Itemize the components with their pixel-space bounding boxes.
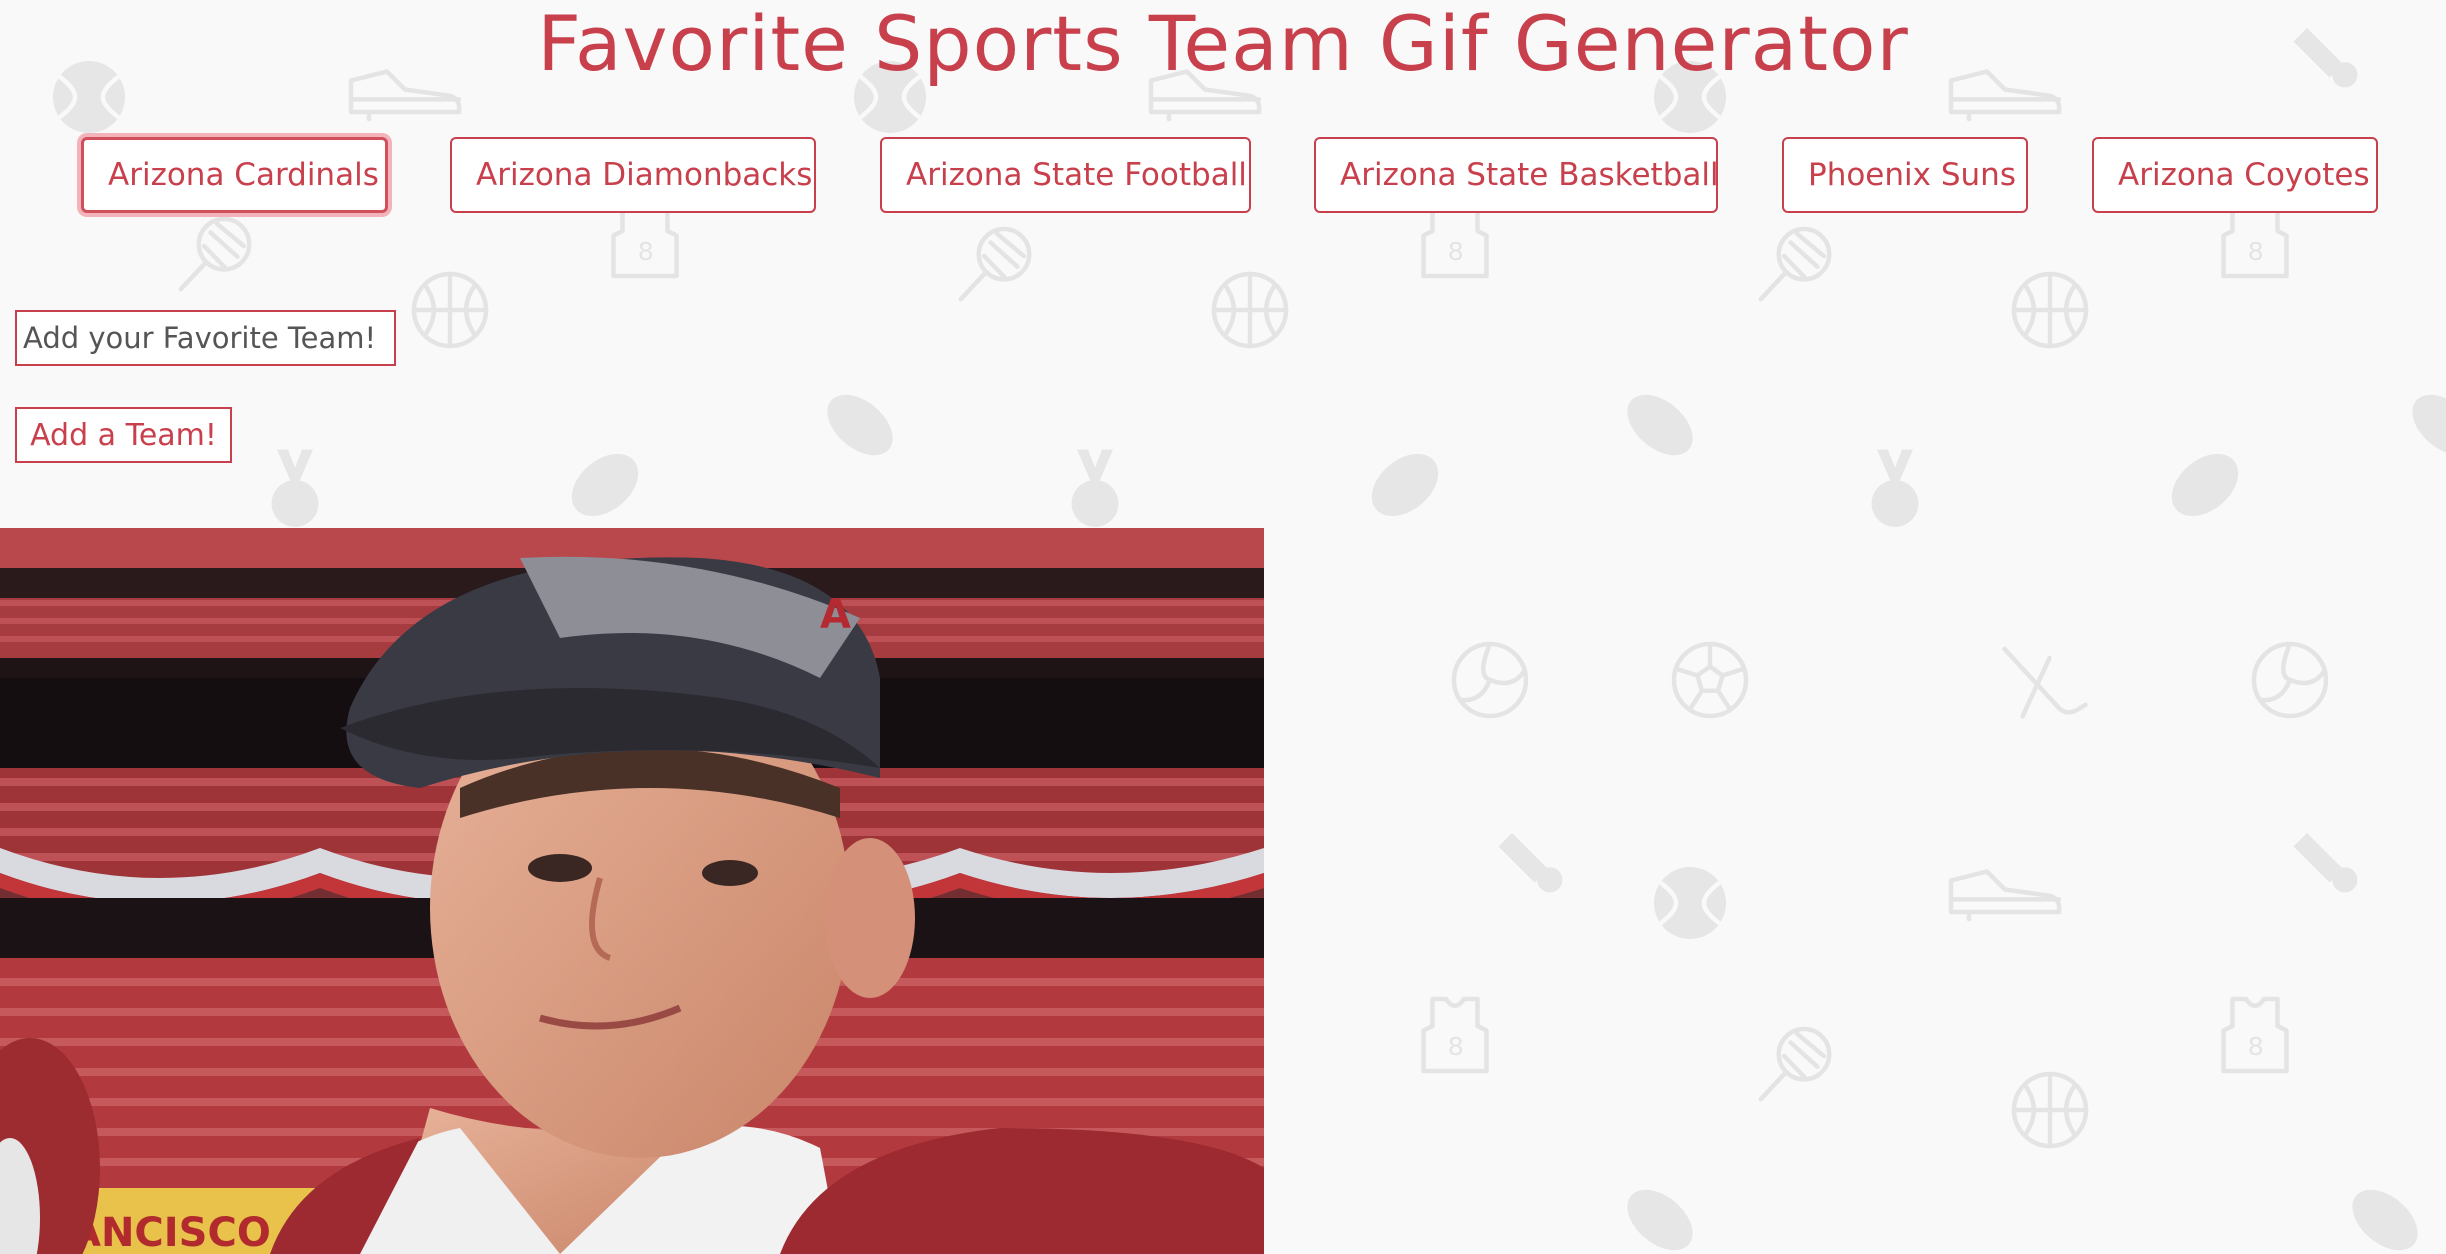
team-button-arizona-state-football[interactable]: Arizona State Football — [880, 137, 1251, 213]
page-title: Favorite Sports Team Gif Generator — [537, 0, 1909, 88]
team-button-arizona-coyotes[interactable]: Arizona Coyotes — [2092, 137, 2378, 213]
add-team-input[interactable] — [15, 310, 396, 366]
add-team-button[interactable]: Add a Team! — [15, 407, 232, 463]
team-button-arizona-diamonbacks[interactable]: Arizona Diamonbacks — [450, 137, 816, 213]
page-content: Favorite Sports Team Gif Generator Arizo… — [0, 0, 2446, 1254]
cap-logo-text: A — [820, 592, 851, 638]
team-button-arizona-cardinals[interactable]: Arizona Cardinals — [81, 137, 388, 213]
team-button-row: Arizona Cardinals Arizona Diamonbacks Ar… — [0, 137, 2446, 215]
team-gif-image: ANCISCO 4 A — [0, 528, 1264, 1254]
team-button-phoenix-suns[interactable]: Phoenix Suns — [1782, 137, 2028, 213]
team-button-arizona-state-basketball[interactable]: Arizona State Basketball — [1314, 137, 1719, 213]
gif-illustration: ANCISCO 4 A — [0, 528, 1264, 1254]
